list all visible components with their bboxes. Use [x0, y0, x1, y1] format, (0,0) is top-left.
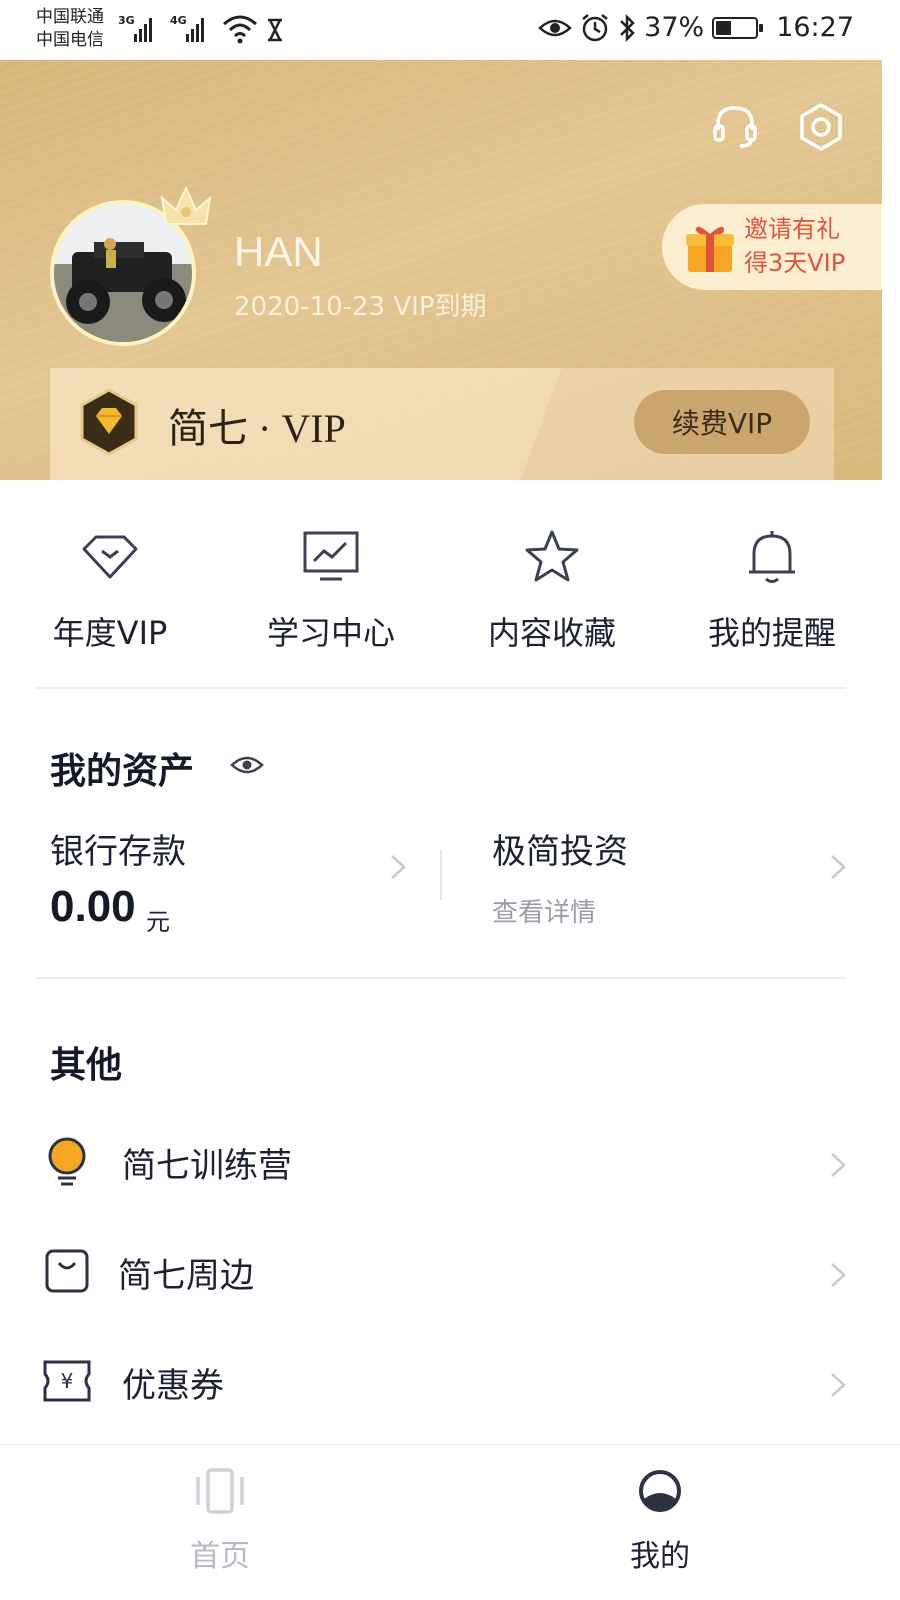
renew-vip-button[interactable]: 续费VIP: [634, 390, 810, 454]
quick-item-learning-center[interactable]: 学习中心: [231, 520, 431, 654]
carrier-2: 中国电信: [36, 30, 104, 50]
other-title: 其他: [50, 1045, 123, 1086]
assets-title: 我的资产: [50, 751, 195, 792]
quick-item-label: 内容收藏: [487, 614, 616, 652]
battery-percent: 37%: [644, 12, 705, 43]
list-item-coupons[interactable]: ¥ 优惠券: [0, 1332, 882, 1442]
invite-line-1: 邀请有礼: [744, 215, 840, 243]
list-item-label: 优惠券: [122, 1366, 224, 1406]
invite-text: 邀请有礼 得3天VIP: [744, 212, 845, 280]
signal-icon: [134, 14, 152, 42]
list-item-merchandise[interactable]: 简七周边: [0, 1222, 882, 1332]
home-cards-icon: [196, 1468, 244, 1514]
status-bar: 中国联通 中国电信 3G 4G 37% 16:27: [0, 0, 900, 60]
signal-icon: [186, 14, 204, 42]
gear-icon: [800, 103, 842, 151]
carrier-1: 中国联通: [36, 7, 104, 27]
bottom-tab-bar: 首页 我的: [0, 1444, 900, 1600]
coupon-icon: ¥: [43, 1360, 91, 1402]
vip-badge-icon: [80, 388, 138, 456]
chevron-right-icon: [831, 1263, 846, 1287]
diamond-icon: [82, 535, 138, 579]
list-item-label: 简七训练营: [122, 1146, 292, 1186]
profile-header: HAN 2020-10-23 VIP到期 邀请有礼 得3天VIP 简七 · VI…: [0, 60, 882, 480]
bell-icon: [749, 531, 795, 583]
status-right: 37% 16:27: [538, 12, 854, 43]
asset-separator: [440, 850, 442, 900]
divider: [36, 977, 846, 979]
star-icon: [525, 530, 579, 582]
battery-icon: [712, 16, 764, 39]
wifi-icon: [223, 15, 257, 44]
chevron-right-icon: [391, 855, 406, 879]
settings-button[interactable]: [794, 100, 848, 154]
quick-item-label: 学习中心: [266, 614, 395, 652]
gift-icon: [686, 226, 734, 272]
vip-expiry: 2020-10-23 VIP到期: [234, 292, 487, 322]
quick-item-label: 年度VIP: [52, 614, 168, 652]
customer-service-button[interactable]: [708, 100, 762, 154]
bank-deposit-label: 银行存款: [50, 832, 186, 872]
quick-item-annual-vip[interactable]: 年度VIP: [10, 520, 210, 654]
lightbulb-icon: [48, 1137, 86, 1186]
invite-banner[interactable]: 邀请有礼 得3天VIP: [662, 204, 882, 290]
tab-label: 首页: [190, 1539, 250, 1574]
simple-investment-detail: 查看详情: [492, 898, 597, 928]
quick-item-label: 我的提醒: [707, 614, 836, 652]
clock: 16:27: [776, 12, 854, 43]
profile-circle-icon: [639, 1470, 681, 1512]
quick-item-favorites[interactable]: 内容收藏: [452, 520, 652, 654]
shopping-bag-icon: [45, 1249, 89, 1293]
chevron-right-icon: [831, 1153, 846, 1177]
network-type-1: 3G: [118, 14, 135, 27]
username: HAN: [234, 228, 323, 275]
chevron-right-icon: [831, 855, 846, 879]
eye-comfort-icon: [538, 19, 573, 36]
monitor-chart-icon: [303, 531, 359, 581]
hourglass-icon: [268, 18, 282, 42]
eye-toggle-icon[interactable]: [230, 752, 264, 778]
tab-mine[interactable]: 我的: [560, 1461, 760, 1575]
network-type-2: 4G: [170, 14, 187, 27]
tab-home[interactable]: 首页: [120, 1461, 320, 1575]
list-item-label: 简七周边: [118, 1256, 254, 1296]
crown-icon: [160, 185, 212, 225]
headset-icon: [713, 106, 757, 148]
bank-deposit-unit: 元: [146, 908, 170, 936]
list-item-training-camp[interactable]: 简七训练营: [0, 1112, 882, 1222]
svg-text:¥: ¥: [61, 1369, 74, 1393]
vip-card[interactable]: 简七 · VIP 续费VIP: [50, 368, 834, 480]
tab-label: 我的: [630, 1539, 690, 1574]
alarm-icon: [582, 13, 608, 41]
invite-line-2: 得3天VIP: [744, 249, 846, 277]
simple-investment-label: 极简投资: [492, 832, 628, 872]
quick-menu: 年度VIP 学习中心 内容收藏 我的提醒: [0, 520, 882, 690]
bank-deposit-value: 0.00: [50, 882, 136, 931]
divider: [36, 687, 846, 689]
quick-item-reminders[interactable]: 我的提醒: [672, 520, 872, 654]
chevron-right-icon: [831, 1373, 846, 1397]
bluetooth-icon: [620, 13, 635, 42]
carrier-info: 中国联通 中国电信: [36, 6, 104, 52]
vip-title: 简七 · VIP: [168, 406, 346, 451]
